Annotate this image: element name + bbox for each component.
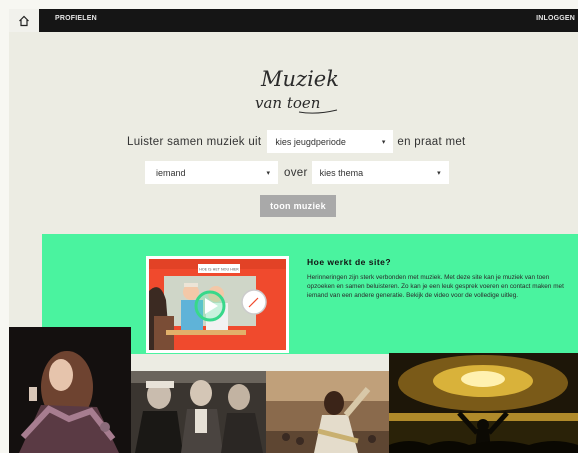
person-select-value: iemand [156, 167, 186, 178]
connector-text-2: over [284, 166, 308, 179]
top-navigation-bar: PROFIELEN INLOGGEN [9, 9, 578, 32]
connector-text-1: en praat met [397, 135, 466, 148]
theme-select[interactable]: kies thema ▾ [311, 161, 449, 184]
chevron-down-icon: ▾ [381, 139, 386, 146]
video-caption: HOE IS HET NOU HIER [199, 268, 239, 272]
info-title: Hoe werkt de site? [307, 257, 392, 267]
show-music-button[interactable]: toon muziek [260, 195, 336, 217]
logo-line-1: Muziek [260, 67, 339, 91]
chevron-down-icon: ▾ [437, 170, 441, 177]
photo-trio [131, 371, 266, 453]
video-player[interactable]: HOE IS HET NOU HIER [146, 256, 289, 353]
search-row-2: iemand ▾ over kies thema ▾ [145, 161, 449, 184]
home-icon [19, 15, 29, 26]
info-text: Herinneringen zijn sterk verbonden met m… [307, 274, 564, 300]
video-thumbnail: HOE IS HET NOU HIER [149, 259, 286, 350]
period-select[interactable]: kies jeugdperiode ▾ [267, 130, 394, 153]
logo-line-2: van toen [255, 94, 320, 112]
search-row-1: Luister samen muziek uit kies jeugdperio… [127, 130, 466, 153]
nav-profielen-link[interactable]: PROFIELEN [55, 15, 97, 22]
nav-inloggen-link[interactable]: INLOGGEN [536, 15, 575, 22]
photo-guitarist [266, 371, 389, 453]
intro-text: Luister samen muziek uit [127, 135, 262, 148]
page: PROFIELEN INLOGGEN Muziek van toen Luist… [9, 9, 578, 453]
site-logo[interactable]: Muziek van toen [241, 60, 351, 120]
chevron-down-icon: ▾ [266, 170, 270, 177]
period-select-value: kies jeugdperiode [275, 136, 346, 147]
photo-concert [389, 353, 578, 453]
theme-select-value: kies thema [319, 167, 364, 178]
person-select[interactable]: iemand ▾ [145, 161, 278, 184]
photo-singer [9, 327, 131, 453]
home-button[interactable] [9, 9, 39, 32]
